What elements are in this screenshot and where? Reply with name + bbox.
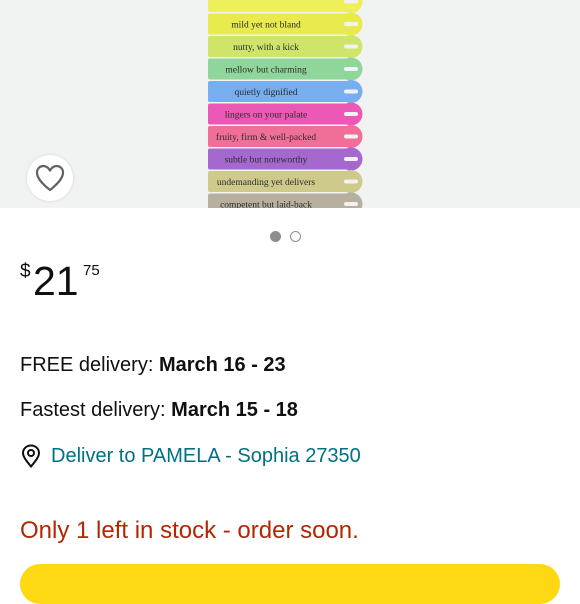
image-pagination bbox=[270, 229, 301, 243]
pagination-dot-1[interactable] bbox=[270, 230, 281, 242]
product-tag-text: mellow but charming bbox=[225, 66, 307, 76]
product-tag: competent but laid-back bbox=[208, 192, 363, 209]
stock-status: Only 1 left in stock - order soon. bbox=[20, 517, 359, 544]
fastest-delivery-label: Fastest delivery: bbox=[20, 399, 172, 421]
product-tag-text: competent but laid-back bbox=[220, 201, 312, 209]
free-delivery-label: FREE delivery: bbox=[20, 354, 159, 376]
product-tag-text: undemanding yet delivers bbox=[217, 178, 315, 188]
add-to-cart-button[interactable] bbox=[20, 564, 560, 604]
pagination-dot-2[interactable] bbox=[290, 230, 301, 242]
product-tag: nutty, with a kick bbox=[208, 35, 363, 58]
product-tag: quietly dignified bbox=[208, 80, 363, 103]
price-whole: 21 bbox=[33, 258, 79, 304]
product-tag: fruity, firm & well-packed bbox=[208, 125, 363, 148]
product-tag: lingers on your palate bbox=[208, 102, 363, 126]
product-tag: subtle but noteworthy bbox=[208, 147, 363, 171]
product-tag-text: quietly dignified bbox=[234, 87, 297, 98]
fastest-delivery: Fastest delivery: March 15 - 18 bbox=[20, 397, 298, 423]
fastest-delivery-dates: March 15 - 18 bbox=[171, 399, 298, 421]
price-currency: $ bbox=[20, 261, 31, 282]
product-image[interactable]: mild yet not bland nutty, with a kick mell… bbox=[0, 0, 580, 208]
location-pin-icon bbox=[21, 444, 41, 468]
product-tag-text: subtle but noteworthy bbox=[225, 156, 308, 166]
product-tag-text: nutty, with a kick bbox=[233, 43, 299, 53]
product-tag bbox=[208, 0, 363, 13]
product-tag: mellow but charming bbox=[208, 57, 363, 81]
product-image-gallery[interactable]: mild yet not bland nutty, with a kick mell… bbox=[0, 0, 580, 208]
free-delivery: FREE delivery: March 16 - 23 bbox=[20, 352, 286, 378]
deliver-to-link[interactable]: Deliver to PAMELA - Sophia 27350 bbox=[20, 442, 361, 470]
product-tag-text: mild yet not bland bbox=[231, 21, 301, 31]
product-tag-text: lingers on your palate bbox=[225, 111, 308, 121]
price-fraction: 75 bbox=[83, 262, 100, 279]
product-tag: mild yet not bland bbox=[208, 12, 363, 36]
deliver-to-text[interactable]: Deliver to PAMELA - Sophia 27350 bbox=[51, 445, 361, 468]
heart-icon bbox=[35, 164, 65, 192]
wishlist-button[interactable] bbox=[27, 155, 73, 201]
product-tag-text: fruity, firm & well-packed bbox=[216, 132, 316, 143]
product-tag: undemanding yet delivers bbox=[208, 170, 363, 193]
free-delivery-dates: March 16 - 23 bbox=[158, 354, 286, 376]
